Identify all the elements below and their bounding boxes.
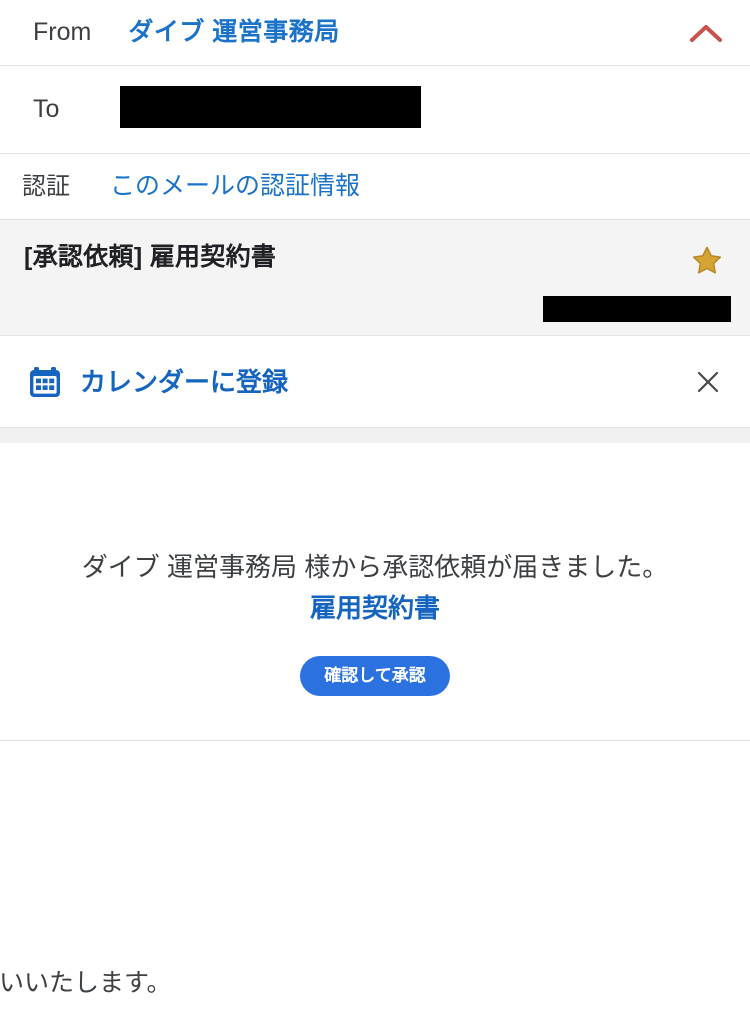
header-row-to: To <box>0 66 750 154</box>
section-spacer <box>0 428 750 444</box>
email-body-inner: ております。 お手続きをお願いいたします。 険加入案内】 以上のスタッフさんは社… <box>0 763 750 1021</box>
approval-request-card: ダイブ 運営事務局 様から承認依頼が届きました。 雇用契約書 確認して承認 <box>0 444 750 742</box>
email-message-screen: From ダイブ 運営事務局 To 認証 このメールの認証情報 [承認依頼] 雇… <box>0 0 750 1021</box>
calendar-add-link[interactable]: カレンダーに登録 <box>80 369 288 395</box>
email-body: ております。 お手続きをお願いいたします。 険加入案内】 以上のスタッフさんは社… <box>0 741 750 1021</box>
from-label: From <box>33 18 92 46</box>
calendar-banner: カレンダーに登録 <box>0 336 750 428</box>
body-line: お手続きをお願いいたします。 <box>0 969 172 998</box>
authentication-label: 認証 <box>22 172 70 200</box>
chevron-up-icon[interactable] <box>684 11 728 55</box>
to-recipient-redaction <box>120 86 421 128</box>
subject-meta-redaction <box>543 296 731 322</box>
header-row-from: From ダイブ 運営事務局 <box>0 0 750 66</box>
calendar-icon <box>28 365 62 399</box>
confirm-and-approve-button[interactable]: 確認して承認 <box>300 656 450 697</box>
star-icon[interactable] <box>686 240 728 282</box>
approval-headline: ダイブ 運営事務局 様から承認依頼が届きました。 <box>81 552 669 582</box>
subject-band: [承認依頼] 雇用契約書 <box>0 220 750 336</box>
body-line: ております。 <box>0 843 750 883</box>
header-row-authentication: 認証 このメールの認証情報 <box>0 154 750 220</box>
close-icon[interactable] <box>688 362 728 402</box>
to-label: To <box>33 95 60 123</box>
subject-title: [承認依頼] 雇用契約書 <box>24 243 277 271</box>
approval-document-link[interactable]: 雇用契約書 <box>0 591 750 626</box>
from-sender-name[interactable]: ダイブ 運営事務局 <box>128 20 339 45</box>
authentication-info-link[interactable]: このメールの認証情報 <box>110 174 360 199</box>
